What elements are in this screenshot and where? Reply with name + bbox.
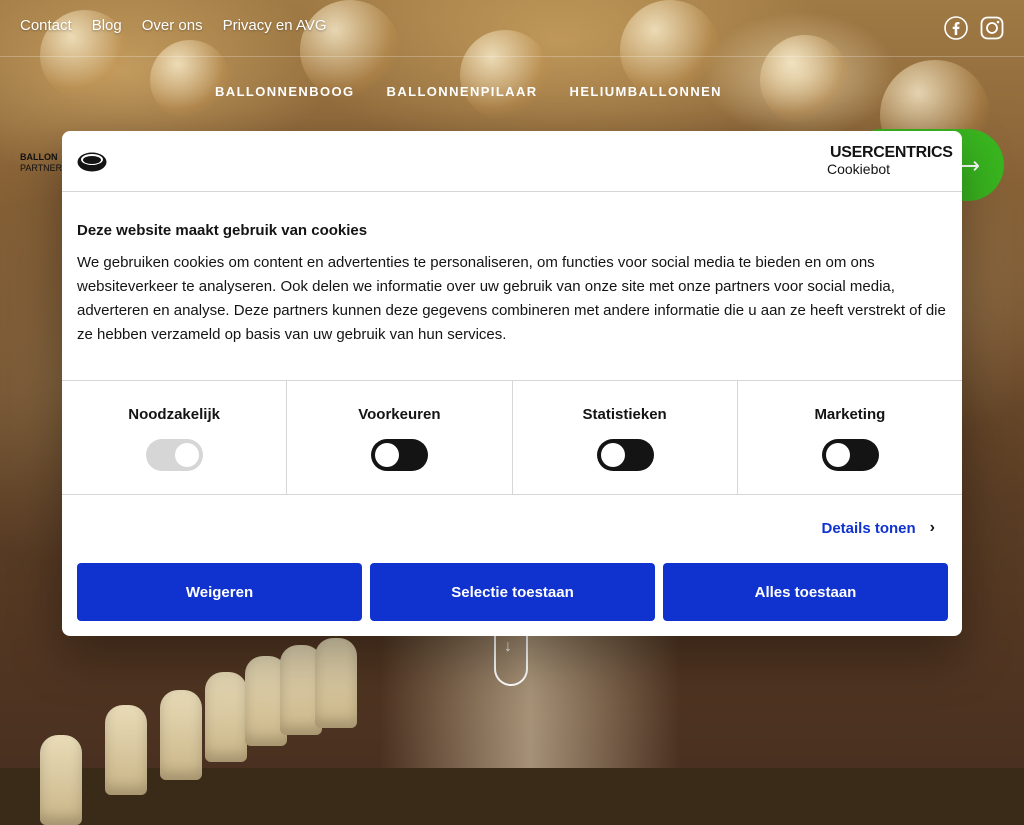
dialog-description: We gebruiken cookies om content en adver… <box>77 254 946 343</box>
usercentrics-brand[interactable]: USERCENTRICS Cookiebot <box>827 144 953 177</box>
top-link-contact[interactable]: Contact <box>20 17 72 34</box>
dialog-body: Deze website maakt gebruik van cookies W… <box>77 222 947 347</box>
banquet-table <box>380 618 680 768</box>
toggle-knob <box>600 443 625 467</box>
category-necessary: Noodzakelijk <box>62 381 288 494</box>
details-label: Details tonen <box>821 519 916 537</box>
chair-decor <box>105 705 147 795</box>
toggle-preferences[interactable] <box>371 439 429 471</box>
chair-decor <box>160 690 202 780</box>
category-label: Statistieken <box>582 406 667 423</box>
top-bar: Contact Blog Over ons Privacy en AVG <box>0 0 1024 57</box>
toggle-statistics[interactable] <box>596 439 654 471</box>
chair-decor <box>40 735 82 825</box>
brand-name: USERCENTRICS <box>830 144 953 161</box>
category-label: Noodzakelijk <box>128 406 220 423</box>
allow-all-button[interactable]: Alles toestaan <box>663 563 948 621</box>
dialog-buttons: Weigeren Selectie toestaan Alles toestaa… <box>77 563 948 621</box>
chair-decor <box>205 672 247 762</box>
category-label: Voorkeuren <box>358 406 441 423</box>
cookiebot-logo-icon <box>77 152 107 172</box>
toggle-necessary <box>146 439 204 471</box>
details-link[interactable]: Details tonen › <box>821 519 935 537</box>
social-links <box>944 16 1004 40</box>
toggle-knob <box>825 443 850 467</box>
dialog-header: USERCENTRICS Cookiebot <box>62 131 962 192</box>
arrow-down-icon: ↓ <box>504 638 512 655</box>
top-link-privacy[interactable]: Privacy en AVG <box>223 17 327 34</box>
brand-sub: Cookiebot <box>827 161 891 177</box>
cookie-categories: Noodzakelijk Voorkeuren Statistieken Mar… <box>62 380 962 495</box>
nav-ballonnenpilaar[interactable]: BALLONNENPILAAR <box>387 84 538 99</box>
nav-heliumballonnen[interactable]: HELIUMBALLONNEN <box>570 84 722 99</box>
category-marketing: Marketing <box>738 381 962 494</box>
allow-selection-button[interactable]: Selectie toestaan <box>370 563 655 621</box>
top-links: Contact Blog Over ons Privacy en AVG <box>20 17 327 34</box>
dialog-title: Deze website maakt gebruik van cookies <box>77 222 368 239</box>
category-label: Marketing <box>814 406 886 423</box>
toggle-marketing[interactable] <box>821 439 879 471</box>
top-link-over-ons[interactable]: Over ons <box>142 17 203 34</box>
instagram-icon[interactable] <box>980 16 1004 40</box>
chevron-right-icon: › <box>929 519 935 536</box>
toggle-knob <box>375 443 400 467</box>
nav-ballonnenboog[interactable]: BALLONNENBOOG <box>215 84 355 99</box>
brand-name-row: USERCENTRICS <box>827 144 953 162</box>
reject-button[interactable]: Weigeren <box>77 563 362 621</box>
facebook-icon[interactable] <box>944 16 968 40</box>
cookie-consent-dialog: USERCENTRICS Cookiebot Deze website maak… <box>62 131 962 636</box>
top-link-blog[interactable]: Blog <box>92 17 122 34</box>
chair-decor <box>315 638 357 728</box>
category-statistics: Statistieken <box>513 381 738 494</box>
toggle-knob <box>175 443 200 467</box>
category-preferences: Voorkeuren <box>287 381 513 494</box>
main-nav: BALLONNENBOOG BALLONNENPILAAR HELIUMBALL… <box>215 84 722 99</box>
